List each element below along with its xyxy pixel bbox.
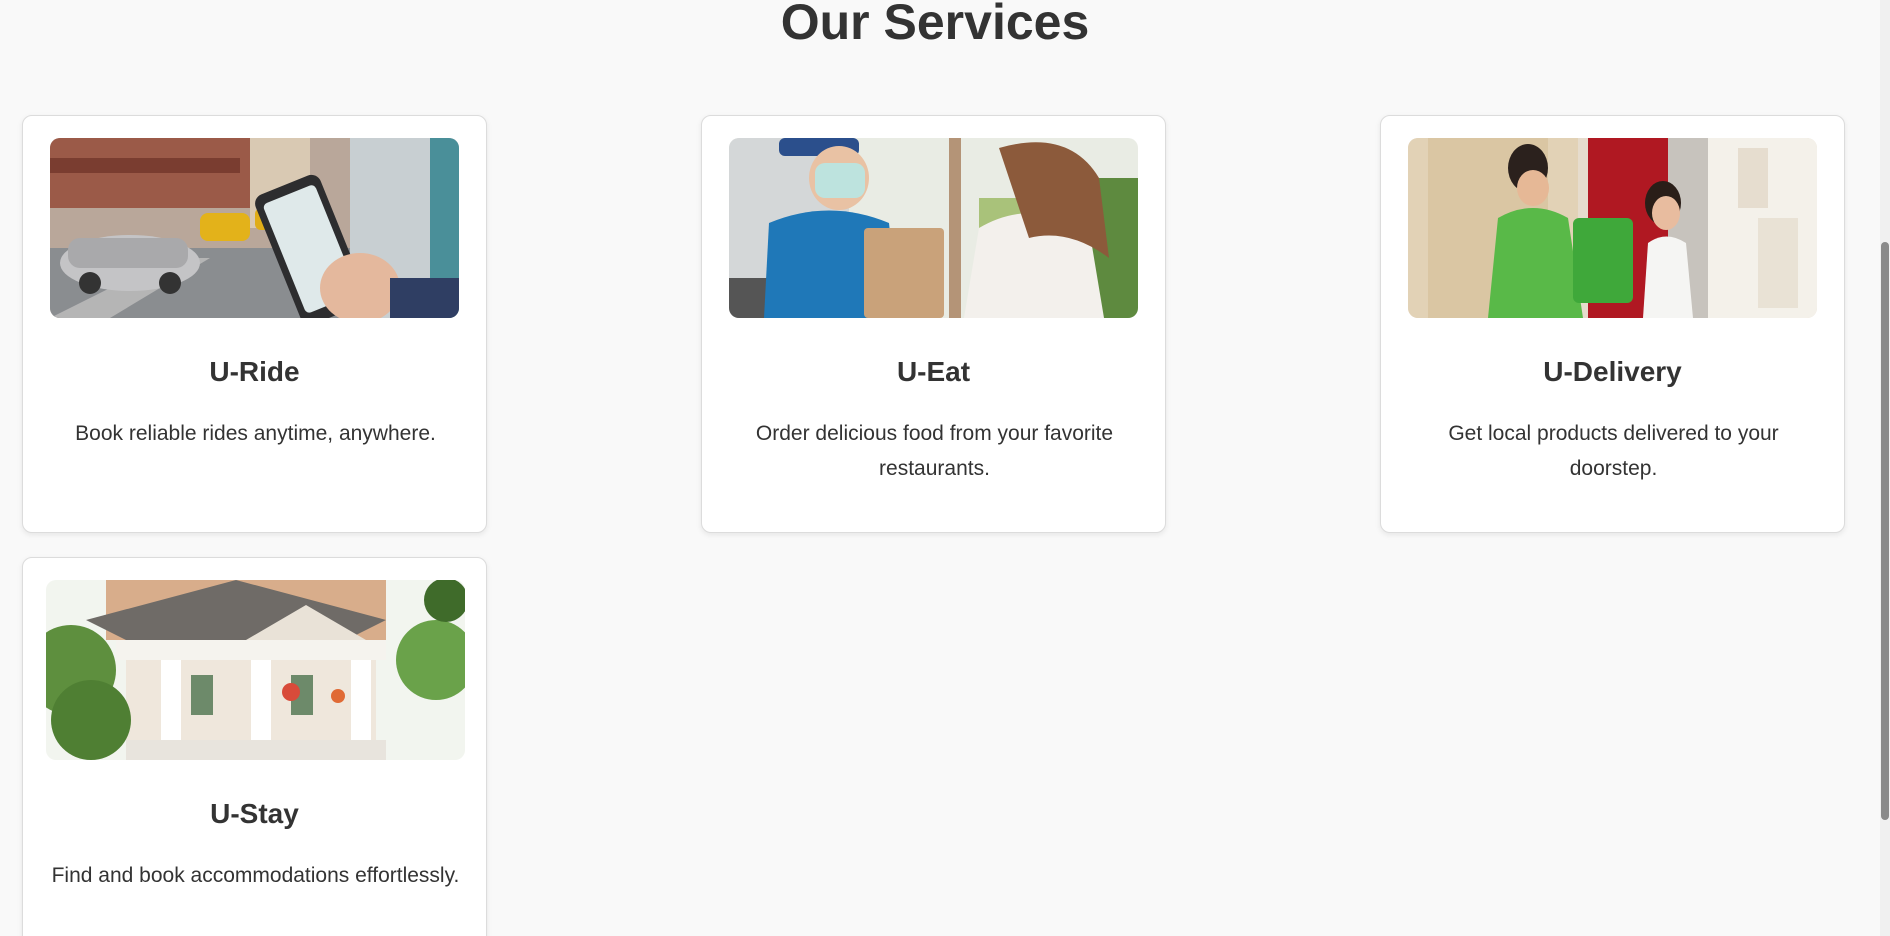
service-description: Order delicious food from your favorite … xyxy=(755,422,1114,480)
u-eat-image xyxy=(729,138,1138,318)
service-card-u-stay[interactable]: U-Stay Find and book accommodations effo… xyxy=(22,557,487,936)
scrollbar-thumb[interactable] xyxy=(1881,242,1889,820)
service-card-u-eat[interactable]: U-Eat Order delicious food from your fav… xyxy=(701,115,1166,533)
service-title: U-Stay xyxy=(210,798,299,829)
service-card-u-delivery[interactable]: U-Delivery Get local products delivered … xyxy=(1380,115,1845,533)
service-card-u-ride[interactable]: U-Ride Book reliable rides anytime, anyw… xyxy=(22,115,487,533)
vertical-scrollbar[interactable] xyxy=(1880,0,1890,936)
u-delivery-image xyxy=(1408,138,1817,318)
service-title: U-Eat xyxy=(896,356,971,387)
service-title: U-Ride xyxy=(209,356,300,387)
service-description: Find and book accommodations effortlessl… xyxy=(51,864,460,887)
service-description: Get local products delivered to your doo… xyxy=(1448,422,1779,480)
services-page: Our Services U-Ride Book reliable rides … xyxy=(0,0,1890,936)
section-title: Our Services xyxy=(780,0,1090,50)
service-title: U-Delivery xyxy=(1543,356,1682,387)
service-description: Book reliable rides anytime, anywhere. xyxy=(75,422,436,445)
u-stay-image xyxy=(46,580,465,760)
u-ride-image xyxy=(50,138,459,318)
